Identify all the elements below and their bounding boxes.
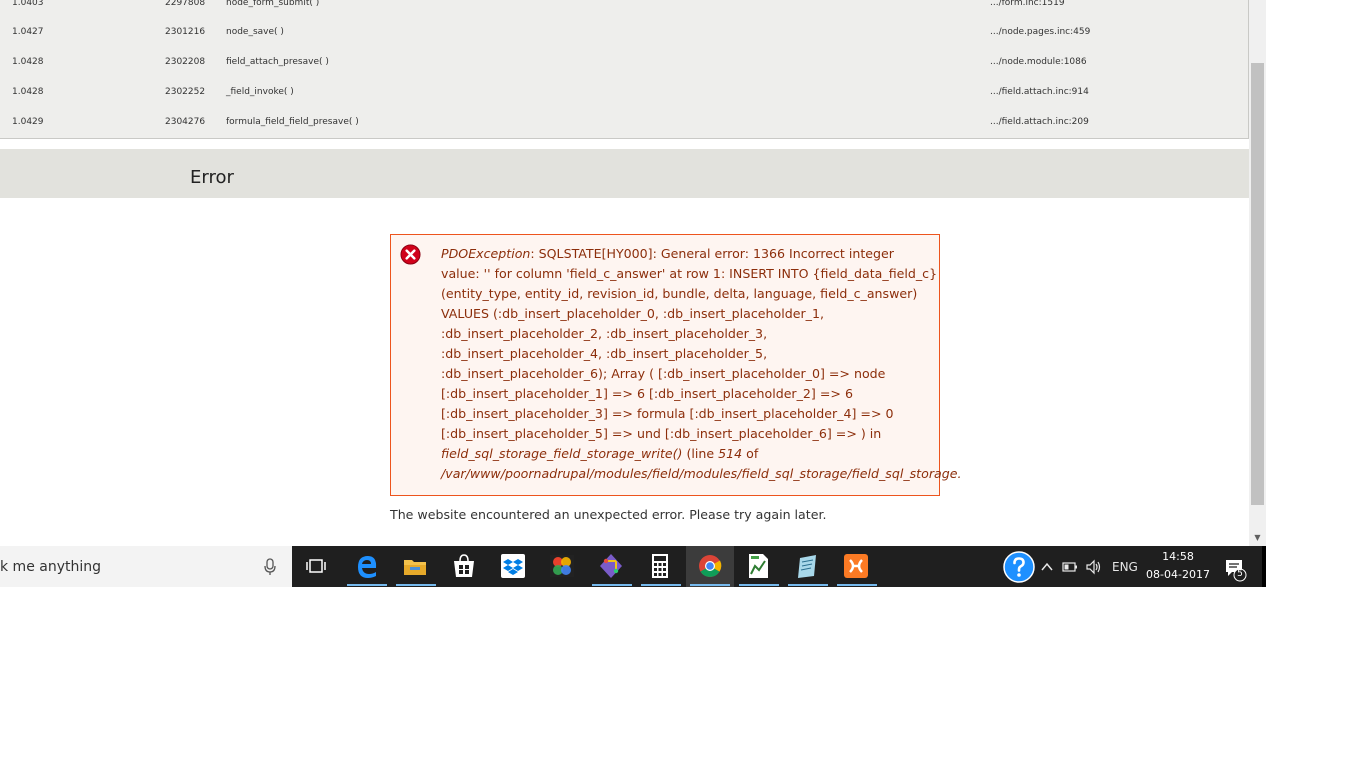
error-line: [:db_insert_placeholder_3] => formula [:…: [441, 406, 894, 421]
trace-location[interactable]: .../form.inc:1519: [990, 0, 1065, 8]
store-icon[interactable]: [451, 552, 477, 580]
running-indicator: [641, 584, 681, 586]
file-explorer-icon[interactable]: [402, 552, 428, 580]
notification-count-badge: 5: [1237, 569, 1243, 579]
error-line: (entity_type, entity_id, revision_id, bu…: [441, 286, 918, 301]
error-line: :db_insert_placeholder_4, :db_insert_pla…: [441, 346, 768, 361]
xampp-icon[interactable]: [843, 552, 869, 580]
trace-location[interactable]: .../field.attach.inc:209: [990, 117, 1089, 127]
error-line: [:db_insert_placeholder_5] => und [:db_i…: [441, 426, 882, 441]
calculator-icon[interactable]: [647, 552, 673, 580]
error-message: PDOException: SQLSTATE[HY000]: General e…: [441, 244, 960, 484]
error-text-clip: PDOException: SQLSTATE[HY000]: General e…: [0, 0, 960, 546]
dropbox-icon[interactable]: [500, 552, 526, 580]
trace-location[interactable]: .../node.pages.inc:459: [990, 27, 1090, 37]
running-indicator: [690, 584, 730, 586]
spreadsheet-icon[interactable]: [745, 552, 771, 580]
error-line: VALUES (:db_insert_placeholder_0, :db_in…: [441, 306, 824, 321]
photo-app-icon[interactable]: [549, 552, 575, 580]
running-indicator: [837, 584, 877, 586]
running-indicator: [347, 584, 387, 586]
running-indicator: [592, 584, 632, 586]
scroll-down-arrow-icon[interactable]: ▼: [1249, 530, 1266, 546]
battery-icon[interactable]: [1062, 561, 1078, 573]
error-line: value: '' for column 'field_c_answer' at…: [441, 266, 938, 281]
scrollbar-thumb[interactable]: [1251, 63, 1264, 505]
error-line: :db_insert_placeholder_6); Array ( [:db_…: [441, 366, 886, 381]
help-icon[interactable]: [1003, 551, 1035, 583]
error-file-path: /var/www/poornadrupal/modules/field/modu…: [441, 466, 960, 481]
error-line: : SQLSTATE[HY000]: General error: 1366 I…: [530, 246, 894, 261]
error-line-suffix: of: [742, 446, 759, 461]
browser-page: 1.0403 2297808 node_form_submit( ) .../f…: [0, 0, 1249, 546]
edge-icon[interactable]: [354, 552, 380, 580]
language-indicator[interactable]: ENG: [1112, 558, 1138, 576]
error-line: :db_insert_placeholder_2, :db_insert_pla…: [441, 326, 768, 341]
error-line-prefix: (line: [682, 446, 719, 461]
show-desktop-button[interactable]: [1262, 546, 1266, 587]
git-icon[interactable]: [598, 552, 624, 580]
task-view-icon[interactable]: [303, 552, 329, 580]
running-indicator: [396, 584, 436, 586]
chrome-icon[interactable]: [697, 552, 723, 580]
clock-time[interactable]: 14:58: [1140, 550, 1216, 564]
error-function-name: field_sql_storage_field_storage_write(): [441, 446, 683, 461]
volume-icon[interactable]: [1085, 559, 1103, 575]
notes-app-icon[interactable]: [794, 552, 820, 580]
trace-location[interactable]: .../node.module:1086: [990, 57, 1087, 67]
clock-date[interactable]: 08-04-2017: [1140, 568, 1216, 582]
trace-location[interactable]: .../field.attach.inc:914: [990, 87, 1089, 97]
microphone-icon[interactable]: [262, 556, 278, 578]
running-indicator: [739, 584, 779, 586]
exception-name: PDOException: [441, 246, 531, 261]
running-indicator: [788, 584, 828, 586]
chevron-up-icon[interactable]: [1040, 560, 1054, 574]
screen: 1.0403 2297808 node_form_submit( ) .../f…: [0, 0, 1266, 587]
error-line-number: 514: [718, 446, 743, 461]
error-line: [:db_insert_placeholder_1] => 6 [:db_ins…: [441, 386, 853, 401]
search-input[interactable]: k me anything: [0, 558, 101, 576]
unexpected-error-message: The website encountered an unexpected er…: [390, 507, 827, 522]
